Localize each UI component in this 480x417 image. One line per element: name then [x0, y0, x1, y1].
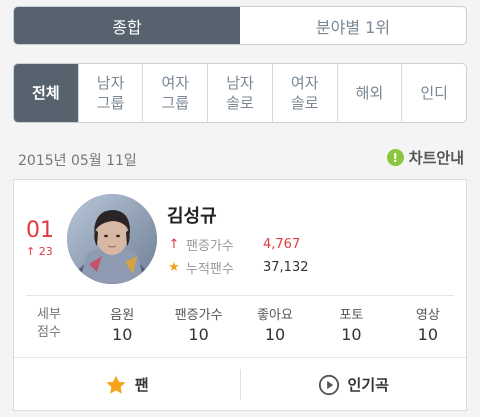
divider — [26, 295, 454, 296]
genre-tab-bar: 전체 남자 그룹 여자 그룹 남자 솔로 여자 솔로 해외 인디 — [13, 63, 467, 123]
score-fan-increase: 팬증가수 10 — [160, 304, 236, 349]
genre-tab-female-solo[interactable]: 여자 솔로 — [271, 64, 337, 122]
score-value: 10 — [264, 325, 286, 344]
score-name: 팬증가수 — [174, 308, 223, 323]
star-icon: ★ — [168, 260, 180, 275]
artist-name[interactable]: 김성규 — [167, 202, 217, 228]
fan-increase-value: 4,767 — [263, 237, 301, 252]
score-name: 영상 — [415, 308, 440, 323]
score-likes: 좋아요 10 — [237, 304, 313, 349]
genre-tab-label: 여자 — [161, 74, 190, 92]
genre-tab-male-solo[interactable]: 남자 솔로 — [207, 64, 272, 122]
fan-total-value: 37,132 — [263, 260, 309, 275]
score-video: 영상 10 — [390, 304, 466, 349]
score-value: 10 — [341, 325, 362, 344]
genre-tab-label: 그룹 — [161, 94, 190, 112]
score-value: 10 — [188, 325, 209, 344]
fan-button-label: 팬 — [134, 376, 149, 394]
genre-tab-label: 해외 — [355, 84, 384, 102]
fan-total-label: 누적팬수 — [186, 262, 234, 277]
score-value: 10 — [112, 325, 133, 344]
chart-guide-label: 차트안내 — [408, 149, 464, 167]
score-name: 음원 — [110, 308, 135, 323]
rank-change-value: 23 — [38, 245, 53, 258]
fan-increase-label: 팬증가수 — [186, 239, 234, 254]
fan-total-row: ★ 누적팬수 37,132 — [167, 258, 309, 277]
arrow-up-icon: ↑ — [26, 245, 36, 258]
popular-songs-button[interactable]: 인기곡 — [241, 358, 467, 411]
score-name: 좋아요 — [257, 308, 293, 323]
score-name: 포토 — [339, 308, 364, 323]
genre-tab-indie[interactable]: 인디 — [401, 64, 466, 122]
play-circle-icon — [318, 374, 340, 396]
detail-score-label-line: 점수 — [37, 325, 61, 340]
ranking-card: 01 ↑ 23 김성규 ↑ 팬증가수 4,767 ★ 누적팬수 37,132 세… — [13, 179, 467, 411]
genre-tab-male-group[interactable]: 남자 그룹 — [77, 64, 143, 122]
popular-songs-label: 인기곡 — [347, 376, 389, 394]
genre-tab-label: 인디 — [420, 84, 448, 102]
genre-tab-label: 그룹 — [96, 94, 125, 112]
rank-number: 01 — [26, 218, 54, 243]
card-actions: 팬 인기곡 — [14, 358, 466, 411]
score-value: 10 — [417, 325, 438, 344]
info-icon: ! — [386, 149, 404, 166]
genre-tab-label: 솔로 — [290, 94, 319, 112]
detail-scores: 세부 점수 음원 10 팬증가수 10 좋아요 10 포토 10 영상 10 — [14, 304, 466, 349]
score-photo: 포토 10 — [313, 304, 389, 349]
chart-guide-link[interactable]: ! 차트안내 — [386, 147, 464, 168]
fan-increase-row: ↑ 팬증가수 4,767 — [167, 235, 301, 254]
genre-tab-label: 전체 — [32, 84, 60, 102]
detail-score-label: 세부 점수 — [14, 304, 84, 349]
detail-score-label-line: 세부 — [37, 307, 61, 322]
arrow-up-icon: ↑ — [168, 237, 180, 252]
score-music: 음원 10 — [84, 304, 160, 349]
genre-tab-label: 여자 — [290, 74, 319, 92]
genre-tab-label: 남자 — [96, 74, 125, 92]
genre-tab-female-group[interactable]: 여자 그룹 — [142, 64, 207, 122]
artist-avatar[interactable] — [67, 194, 157, 284]
chart-date: 2015년 05월 11일 — [18, 153, 137, 169]
avatar-photo — [67, 194, 157, 284]
genre-tab-label: 남자 — [226, 74, 254, 92]
rank-change: ↑ 23 — [26, 245, 66, 258]
fan-button[interactable]: 팬 — [14, 358, 240, 411]
genre-tab-label: 솔로 — [226, 94, 254, 112]
genre-tab-overseas[interactable]: 해외 — [336, 64, 402, 122]
genre-tab-all[interactable]: 전체 — [14, 64, 78, 122]
star-icon — [105, 374, 127, 396]
tab-overall[interactable]: 종합 — [14, 7, 240, 44]
top-tab-bar: 종합 분야별 1위 — [13, 6, 467, 45]
rank-block: 01 ↑ 23 — [26, 218, 66, 258]
tab-category-first[interactable]: 분야별 1위 — [240, 7, 466, 44]
